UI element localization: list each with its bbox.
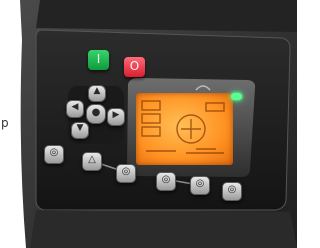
power-off-icon: O: [129, 59, 140, 73]
nav-left-button[interactable]: ◀: [66, 100, 84, 118]
function-button-2[interactable]: △: [82, 152, 102, 171]
arrow-left-icon: ◀: [71, 102, 79, 112]
function-icon: ◎: [161, 174, 171, 185]
function-icon: ◎: [121, 166, 131, 177]
power-on-icon: I: [96, 52, 101, 66]
arrow-up-icon: ▲: [93, 86, 101, 96]
enter-icon: ●: [91, 107, 101, 118]
edge-text: p: [1, 116, 9, 130]
function-icon: ◎: [227, 184, 237, 195]
function-icon: ◎: [195, 178, 205, 189]
stop-button[interactable]: O: [124, 57, 145, 77]
arrow-right-icon: ▶: [112, 110, 120, 120]
arrow-down-icon: ▼: [76, 123, 84, 133]
nav-down-button[interactable]: ▼: [71, 122, 89, 139]
nav-center-button[interactable]: ●: [86, 104, 106, 124]
warning-icon: △: [88, 154, 96, 165]
function-button-6[interactable]: ◎: [222, 182, 242, 201]
nav-right-button[interactable]: ▶: [107, 108, 125, 126]
function-button-1[interactable]: ◎: [44, 145, 64, 164]
function-button-4[interactable]: ◎: [156, 172, 176, 191]
lcd-display: [136, 93, 233, 165]
control-panel-photo: p I O ▲ ◀ ● ▶ ▼ ◎ △ ◎ ◎ ◎ ◎: [0, 0, 297, 248]
function-icon: ◎: [49, 147, 59, 158]
nav-up-button[interactable]: ▲: [88, 85, 106, 102]
function-button-5[interactable]: ◎: [190, 176, 210, 195]
start-button[interactable]: I: [88, 50, 109, 70]
function-button-3[interactable]: ◎: [116, 164, 136, 183]
lcd-graphics: [141, 100, 225, 154]
status-led: [231, 93, 242, 100]
